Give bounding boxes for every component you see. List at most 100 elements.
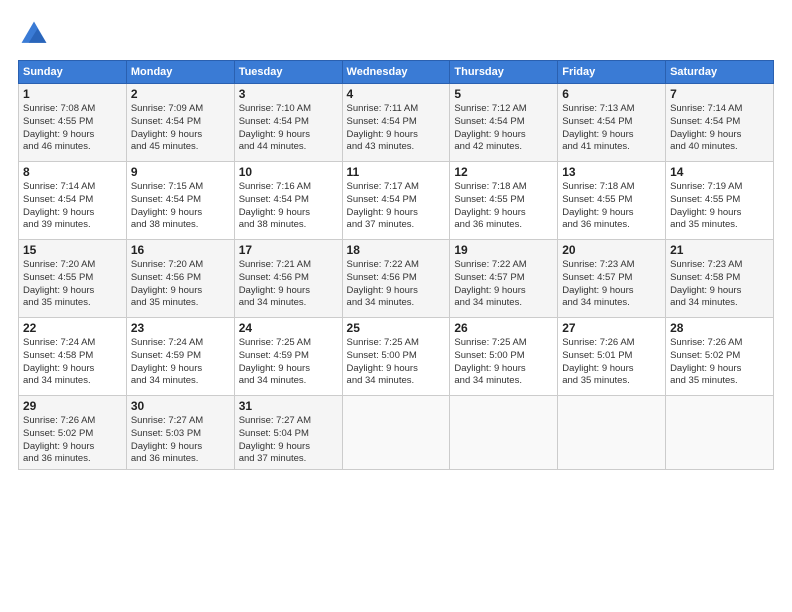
- day-number: 22: [23, 321, 122, 335]
- day-info: Sunrise: 7:12 AMSunset: 4:54 PMDaylight:…: [454, 103, 526, 152]
- day-number: 21: [670, 243, 769, 257]
- calendar-cell: 18 Sunrise: 7:22 AMSunset: 4:56 PMDaylig…: [342, 240, 450, 318]
- day-header-thursday: Thursday: [450, 61, 558, 84]
- calendar-week-5: 29 Sunrise: 7:26 AMSunset: 5:02 PMDaylig…: [19, 396, 774, 470]
- day-header-wednesday: Wednesday: [342, 61, 450, 84]
- day-number: 4: [347, 87, 446, 101]
- day-number: 14: [670, 165, 769, 179]
- calendar-cell: 3 Sunrise: 7:10 AMSunset: 4:54 PMDayligh…: [234, 84, 342, 162]
- day-number: 2: [131, 87, 230, 101]
- day-info: Sunrise: 7:27 AMSunset: 5:03 PMDaylight:…: [131, 415, 203, 464]
- day-info: Sunrise: 7:27 AMSunset: 5:04 PMDaylight:…: [239, 415, 311, 464]
- calendar-cell: 31 Sunrise: 7:27 AMSunset: 5:04 PMDaylig…: [234, 396, 342, 470]
- header: [18, 18, 774, 50]
- calendar-cell: 25 Sunrise: 7:25 AMSunset: 5:00 PMDaylig…: [342, 318, 450, 396]
- day-info: Sunrise: 7:21 AMSunset: 4:56 PMDaylight:…: [239, 259, 311, 308]
- calendar-week-1: 1 Sunrise: 7:08 AMSunset: 4:55 PMDayligh…: [19, 84, 774, 162]
- day-info: Sunrise: 7:22 AMSunset: 4:57 PMDaylight:…: [454, 259, 526, 308]
- day-number: 19: [454, 243, 553, 257]
- day-number: 28: [670, 321, 769, 335]
- calendar-cell: 20 Sunrise: 7:23 AMSunset: 4:57 PMDaylig…: [558, 240, 666, 318]
- calendar-cell: 17 Sunrise: 7:21 AMSunset: 4:56 PMDaylig…: [234, 240, 342, 318]
- calendar-cell: 9 Sunrise: 7:15 AMSunset: 4:54 PMDayligh…: [126, 162, 234, 240]
- calendar-cell: 4 Sunrise: 7:11 AMSunset: 4:54 PMDayligh…: [342, 84, 450, 162]
- day-number: 7: [670, 87, 769, 101]
- day-info: Sunrise: 7:26 AMSunset: 5:01 PMDaylight:…: [562, 337, 634, 386]
- calendar-cell: 21 Sunrise: 7:23 AMSunset: 4:58 PMDaylig…: [666, 240, 774, 318]
- day-info: Sunrise: 7:13 AMSunset: 4:54 PMDaylight:…: [562, 103, 634, 152]
- calendar-header-row: SundayMondayTuesdayWednesdayThursdayFrid…: [19, 61, 774, 84]
- day-number: 9: [131, 165, 230, 179]
- day-number: 30: [131, 399, 230, 413]
- calendar-cell: [342, 396, 450, 470]
- main-container: SundayMondayTuesdayWednesdayThursdayFrid…: [0, 0, 792, 480]
- calendar-week-4: 22 Sunrise: 7:24 AMSunset: 4:58 PMDaylig…: [19, 318, 774, 396]
- day-number: 29: [23, 399, 122, 413]
- day-number: 5: [454, 87, 553, 101]
- calendar-cell: 8 Sunrise: 7:14 AMSunset: 4:54 PMDayligh…: [19, 162, 127, 240]
- day-number: 26: [454, 321, 553, 335]
- day-number: 8: [23, 165, 122, 179]
- calendar-cell: 23 Sunrise: 7:24 AMSunset: 4:59 PMDaylig…: [126, 318, 234, 396]
- calendar-cell: 30 Sunrise: 7:27 AMSunset: 5:03 PMDaylig…: [126, 396, 234, 470]
- day-info: Sunrise: 7:16 AMSunset: 4:54 PMDaylight:…: [239, 181, 311, 230]
- calendar-cell: 15 Sunrise: 7:20 AMSunset: 4:55 PMDaylig…: [19, 240, 127, 318]
- calendar-cell: 24 Sunrise: 7:25 AMSunset: 4:59 PMDaylig…: [234, 318, 342, 396]
- day-info: Sunrise: 7:14 AMSunset: 4:54 PMDaylight:…: [23, 181, 95, 230]
- day-number: 25: [347, 321, 446, 335]
- day-info: Sunrise: 7:09 AMSunset: 4:54 PMDaylight:…: [131, 103, 203, 152]
- day-number: 13: [562, 165, 661, 179]
- day-number: 11: [347, 165, 446, 179]
- day-number: 31: [239, 399, 338, 413]
- calendar-cell: 5 Sunrise: 7:12 AMSunset: 4:54 PMDayligh…: [450, 84, 558, 162]
- calendar-cell: 27 Sunrise: 7:26 AMSunset: 5:01 PMDaylig…: [558, 318, 666, 396]
- calendar-cell: 7 Sunrise: 7:14 AMSunset: 4:54 PMDayligh…: [666, 84, 774, 162]
- day-info: Sunrise: 7:22 AMSunset: 4:56 PMDaylight:…: [347, 259, 419, 308]
- calendar-week-3: 15 Sunrise: 7:20 AMSunset: 4:55 PMDaylig…: [19, 240, 774, 318]
- calendar-cell: 10 Sunrise: 7:16 AMSunset: 4:54 PMDaylig…: [234, 162, 342, 240]
- day-info: Sunrise: 7:24 AMSunset: 4:58 PMDaylight:…: [23, 337, 95, 386]
- day-number: 17: [239, 243, 338, 257]
- day-header-monday: Monday: [126, 61, 234, 84]
- calendar-week-2: 8 Sunrise: 7:14 AMSunset: 4:54 PMDayligh…: [19, 162, 774, 240]
- day-info: Sunrise: 7:20 AMSunset: 4:56 PMDaylight:…: [131, 259, 203, 308]
- calendar-cell: [558, 396, 666, 470]
- day-number: 18: [347, 243, 446, 257]
- day-number: 27: [562, 321, 661, 335]
- logo: [18, 18, 54, 50]
- calendar-cell: [666, 396, 774, 470]
- day-number: 23: [131, 321, 230, 335]
- day-number: 20: [562, 243, 661, 257]
- day-header-sunday: Sunday: [19, 61, 127, 84]
- day-number: 6: [562, 87, 661, 101]
- calendar-cell: 2 Sunrise: 7:09 AMSunset: 4:54 PMDayligh…: [126, 84, 234, 162]
- day-info: Sunrise: 7:18 AMSunset: 4:55 PMDaylight:…: [562, 181, 634, 230]
- day-info: Sunrise: 7:11 AMSunset: 4:54 PMDaylight:…: [347, 103, 419, 152]
- day-info: Sunrise: 7:25 AMSunset: 5:00 PMDaylight:…: [347, 337, 419, 386]
- calendar-cell: 12 Sunrise: 7:18 AMSunset: 4:55 PMDaylig…: [450, 162, 558, 240]
- day-info: Sunrise: 7:26 AMSunset: 5:02 PMDaylight:…: [23, 415, 95, 464]
- day-info: Sunrise: 7:18 AMSunset: 4:55 PMDaylight:…: [454, 181, 526, 230]
- day-info: Sunrise: 7:08 AMSunset: 4:55 PMDaylight:…: [23, 103, 95, 152]
- day-info: Sunrise: 7:19 AMSunset: 4:55 PMDaylight:…: [670, 181, 742, 230]
- calendar-cell: 28 Sunrise: 7:26 AMSunset: 5:02 PMDaylig…: [666, 318, 774, 396]
- calendar-cell: 1 Sunrise: 7:08 AMSunset: 4:55 PMDayligh…: [19, 84, 127, 162]
- day-number: 15: [23, 243, 122, 257]
- calendar-cell: 11 Sunrise: 7:17 AMSunset: 4:54 PMDaylig…: [342, 162, 450, 240]
- day-header-friday: Friday: [558, 61, 666, 84]
- day-number: 1: [23, 87, 122, 101]
- calendar-cell: 6 Sunrise: 7:13 AMSunset: 4:54 PMDayligh…: [558, 84, 666, 162]
- calendar-cell: 19 Sunrise: 7:22 AMSunset: 4:57 PMDaylig…: [450, 240, 558, 318]
- day-header-saturday: Saturday: [666, 61, 774, 84]
- day-number: 10: [239, 165, 338, 179]
- calendar-cell: 26 Sunrise: 7:25 AMSunset: 5:00 PMDaylig…: [450, 318, 558, 396]
- day-info: Sunrise: 7:23 AMSunset: 4:57 PMDaylight:…: [562, 259, 634, 308]
- day-info: Sunrise: 7:24 AMSunset: 4:59 PMDaylight:…: [131, 337, 203, 386]
- day-header-tuesday: Tuesday: [234, 61, 342, 84]
- calendar-cell: 29 Sunrise: 7:26 AMSunset: 5:02 PMDaylig…: [19, 396, 127, 470]
- day-number: 16: [131, 243, 230, 257]
- day-info: Sunrise: 7:25 AMSunset: 4:59 PMDaylight:…: [239, 337, 311, 386]
- day-info: Sunrise: 7:15 AMSunset: 4:54 PMDaylight:…: [131, 181, 203, 230]
- day-number: 24: [239, 321, 338, 335]
- day-number: 3: [239, 87, 338, 101]
